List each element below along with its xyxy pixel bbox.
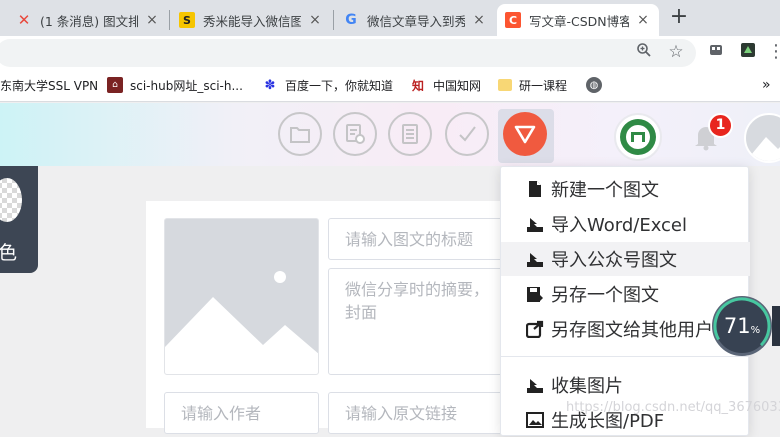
tab-separator — [333, 10, 334, 30]
school-logo-icon[interactable] — [614, 113, 662, 161]
speed-gauge-widget[interactable]: 71 % — [712, 296, 772, 356]
import-icon — [525, 214, 545, 234]
zoom-icon[interactable] — [634, 42, 654, 62]
tab-close-icon[interactable]: × — [144, 12, 160, 28]
bookmark-item[interactable]: ⌂ sci-hub网址_sci-h... — [107, 76, 243, 94]
folder-icon — [498, 79, 512, 91]
summary-textarea[interactable]: 微信分享时的摘要， 封面 — [328, 268, 528, 375]
color-panel-card[interactable]: 色 — [0, 166, 38, 273]
save-as-icon — [525, 284, 545, 304]
folder-icon[interactable] — [278, 112, 322, 156]
menu-item-label: 收集图片 — [551, 376, 623, 397]
tab-title: 写文章-CSDN博客 — [529, 13, 629, 29]
csdn-c-icon: C — [505, 12, 521, 28]
import-icon — [525, 249, 545, 269]
bookmark-label: sci-hub网址_sci-h... — [130, 78, 243, 93]
bookmark-star-icon[interactable]: ☆ — [666, 42, 686, 62]
menu-item-label: 新建一个图文 — [551, 180, 659, 201]
color-card-label: 色 — [0, 242, 18, 264]
baidu-paw-icon: ✽ — [264, 77, 276, 93]
bookmarks-bar: 东南大学SSL VPN ⌂ sci-hub网址_sci-h... ✽ 百度一下，… — [0, 68, 780, 102]
avatar[interactable] — [744, 113, 780, 163]
tab-close-icon[interactable]: × — [307, 12, 323, 28]
tab-title: 微信文章导入到秀米 — [367, 13, 465, 29]
menu-item-label: 另存一个图文 — [551, 285, 659, 306]
collect-icon — [525, 375, 545, 395]
menu-item-import-wechat[interactable]: 导入公众号图文 — [501, 242, 750, 276]
bookmark-item[interactable]: ◍ — [586, 76, 609, 94]
bookmarks-more-button[interactable]: » — [762, 76, 771, 94]
bookmark-label: 东南大学SSL VPN — [0, 78, 99, 93]
globe-icon: ◍ — [586, 77, 602, 93]
menu-item-label: 导入公众号图文 — [551, 250, 677, 271]
new-tab-button[interactable]: + — [666, 5, 692, 31]
app-header: 1 — [0, 103, 780, 166]
gauge-side-strip — [772, 306, 780, 346]
bookmark-item[interactable]: 知 中国知网 — [410, 76, 481, 94]
browser-tab[interactable]: ✕ (1 条消息) 图文排版 × — [8, 4, 168, 36]
menu-triangle-icon[interactable] — [503, 112, 547, 156]
share-out-icon — [525, 319, 545, 339]
tab-title: 秀米能导入微信图文 — [203, 13, 301, 29]
sogou-s-icon: S — [179, 12, 195, 28]
browser-toolbar: ☆ ⋮ — [0, 36, 780, 68]
menu-divider — [501, 356, 750, 357]
browser-tab-active[interactable]: C 写文章-CSDN博客 × — [497, 4, 659, 36]
cover-image-placeholder[interactable] — [164, 218, 319, 375]
bookmark-folder[interactable]: 研一课程 — [498, 76, 567, 94]
scihub-icon: ⌂ — [107, 77, 123, 93]
google-g-icon: G — [345, 12, 357, 28]
bookmark-label: 中国知网 — [433, 78, 482, 93]
browser-menu-icon[interactable]: ⋮ — [766, 42, 780, 62]
cnki-icon: 知 — [411, 78, 424, 93]
csdn-watermark: https://blog.csdn.net/qq_36760338 — [566, 400, 780, 415]
menu-item-collect-images[interactable]: 收集图片 — [501, 368, 750, 402]
bookmark-label: 百度一下，你就知道 — [285, 78, 394, 93]
menu-item-new[interactable]: 新建一个图文 — [501, 172, 750, 206]
xiumi-x-icon: ✕ — [17, 11, 31, 29]
print-icon[interactable] — [388, 112, 432, 156]
tab-close-icon[interactable]: × — [471, 12, 487, 28]
title-input[interactable]: 请输入图文的标题 — [328, 218, 528, 260]
bookmark-item[interactable]: 东南大学SSL VPN — [0, 76, 98, 94]
bookmark-label: 研一课程 — [519, 78, 568, 93]
bookmark-item[interactable]: ✽ 百度一下，你就知道 — [262, 76, 393, 94]
notification-badge: 1 — [708, 113, 733, 138]
menu-item-import-word[interactable]: 导入Word/Excel — [501, 207, 750, 241]
menu-item-label: 另存图文给其他用户 — [551, 320, 713, 341]
extension-green-icon[interactable] — [738, 42, 758, 62]
extension-icon[interactable] — [706, 42, 726, 62]
tab-close-icon[interactable]: × — [635, 12, 651, 28]
browser-tab[interactable]: S 秀米能导入微信图文 × — [171, 4, 331, 36]
tab-separator — [169, 10, 170, 30]
check-icon[interactable] — [445, 112, 489, 156]
browser-tab-strip: ✕ (1 条消息) 图文排版 × S 秀米能导入微信图文 × G 微信文章导入到… — [0, 0, 780, 36]
transparent-swatch-icon — [0, 178, 22, 222]
new-file-icon — [525, 179, 545, 199]
save-stamp-icon[interactable] — [333, 112, 377, 156]
browser-tab[interactable]: G 微信文章导入到秀米 × — [335, 4, 495, 36]
menu-item-label: 导入Word/Excel — [551, 215, 688, 236]
tab-title: (1 条消息) 图文排版 — [40, 13, 138, 29]
image-icon — [525, 410, 545, 430]
address-bar[interactable] — [0, 39, 696, 67]
